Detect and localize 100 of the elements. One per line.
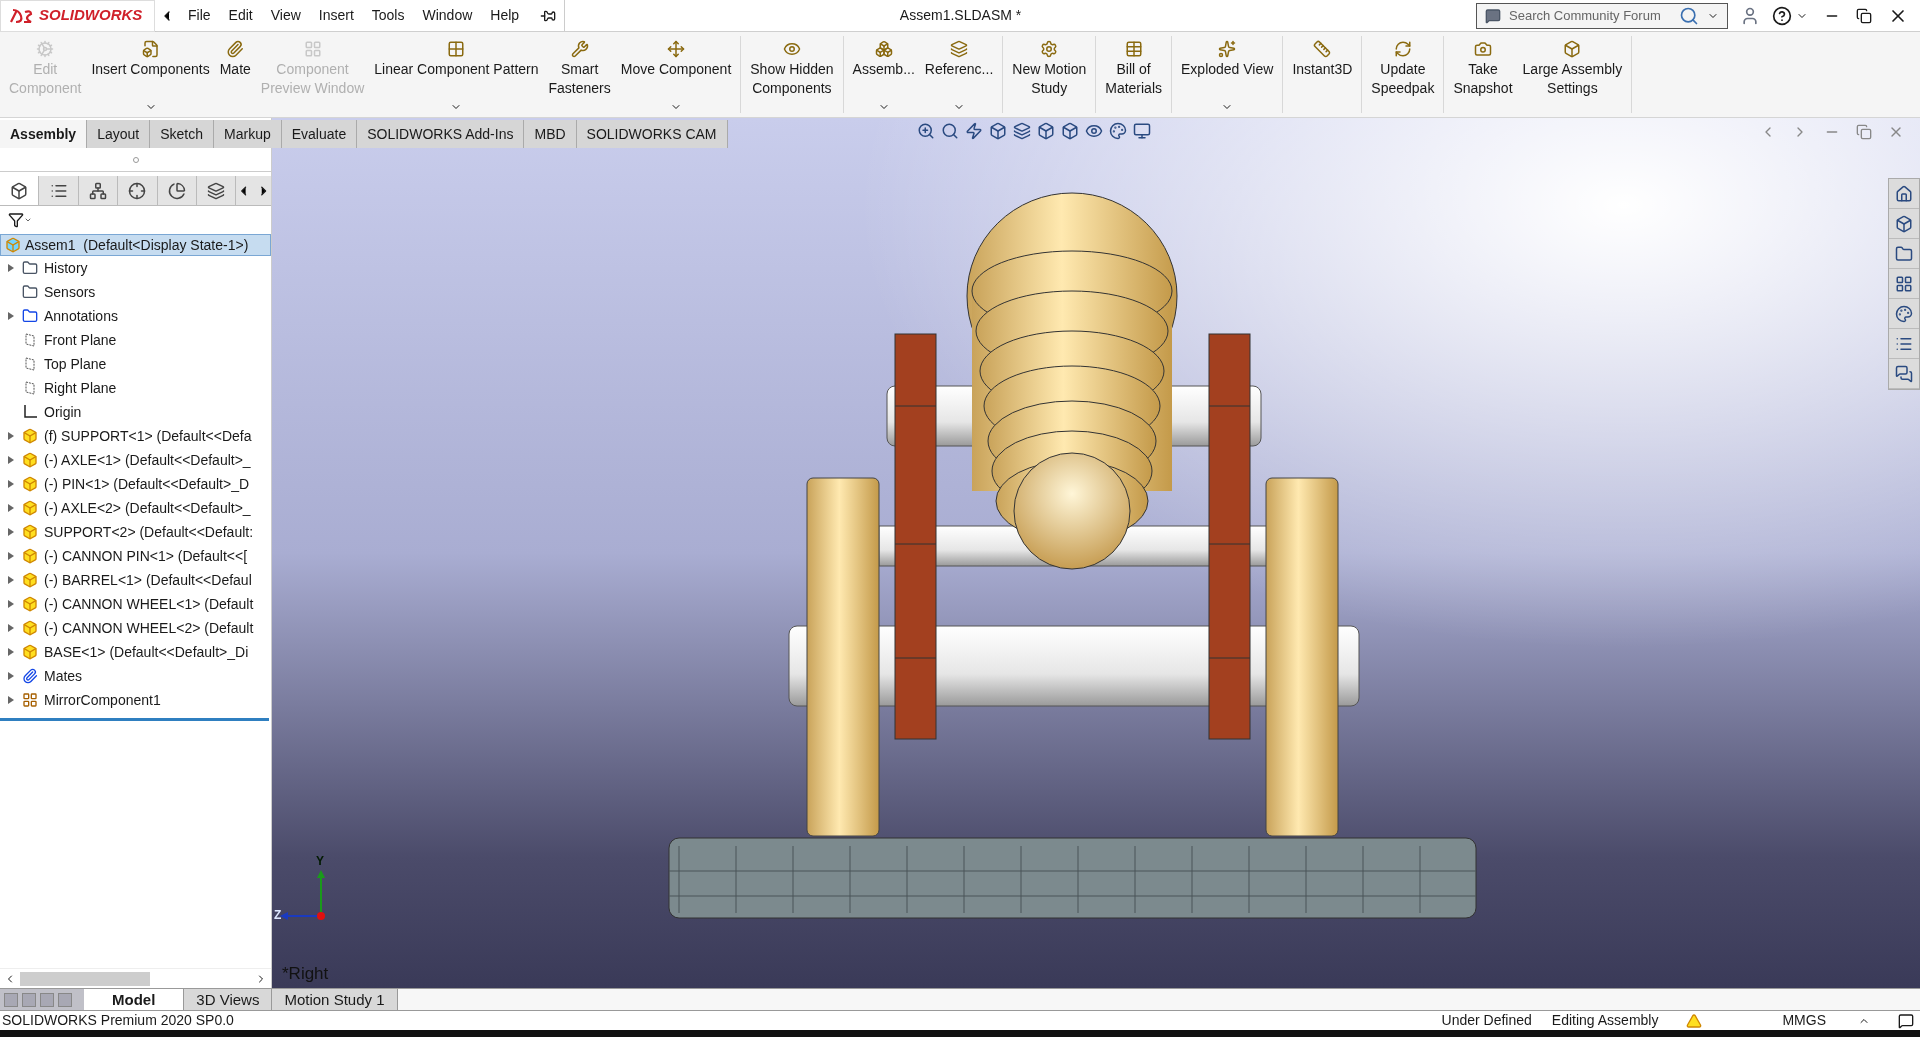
warning-icon[interactable]: [1686, 1012, 1703, 1029]
tool-icon: [141, 40, 160, 58]
tree-item[interactable]: Right Plane: [44, 377, 117, 399]
tree-item[interactable]: Sensors: [44, 281, 96, 303]
view-tool-icon[interactable]: [965, 122, 983, 140]
menu-item[interactable]: Insert: [309, 0, 363, 31]
status-text: Editing Assembly: [1551, 1011, 1659, 1030]
view-tool-icon[interactable]: [1109, 122, 1127, 140]
panel-tab[interactable]: [0, 176, 40, 205]
ribbon-button[interactable]: Show Hidden Components: [745, 36, 839, 113]
app-logo[interactable]: SOLIDWORKS: [0, 0, 155, 32]
expand-arrow-icon[interactable]: [8, 264, 14, 272]
tree-item[interactable]: Annotations: [44, 305, 118, 327]
folder-icon: [22, 308, 38, 324]
axis-label: Z: [274, 907, 282, 924]
expand-arrow-icon[interactable]: [8, 696, 14, 704]
ribbon-button[interactable]: Referenc...: [919, 36, 999, 113]
menu-item[interactable]: Tools: [362, 0, 414, 31]
view-name: *Right: [282, 962, 329, 985]
search-field[interactable]: Search Community Forum: [1476, 2, 1728, 29]
tool-icon: [1218, 40, 1237, 58]
expand-arrow-icon[interactable]: [8, 648, 14, 656]
units-text[interactable]: MMGS: [1782, 1010, 1826, 1031]
menu-item[interactable]: File: [179, 0, 220, 31]
scrollbar-thumb[interactable]: [20, 971, 150, 986]
command-tab[interactable]: Assembly: [0, 120, 88, 148]
tree-item[interactable]: Front Plane: [44, 329, 117, 351]
bottom-tab[interactable]: Motion Study 1: [272, 989, 398, 1010]
tree-root-item[interactable]: Assem1 (Default<Display State-1>): [0, 234, 271, 256]
tree-item[interactable]: History: [44, 257, 88, 279]
tree-item[interactable]: SUPPORT<2> (Default<<Default:: [44, 521, 254, 543]
expand-arrow-icon[interactable]: [8, 312, 14, 320]
part-icon: [22, 500, 38, 516]
ribbon-button[interactable]: Mate: [214, 36, 256, 113]
ribbon-button[interactable]: New Motion Study: [1007, 36, 1092, 113]
view-tool-icon[interactable]: [1061, 122, 1079, 140]
ribbon-button[interactable]: Exploded View: [1176, 36, 1279, 113]
menu-item[interactable]: Help: [481, 0, 529, 31]
tree-item[interactable]: (-) CANNON WHEEL<2> (Default: [44, 617, 254, 639]
ribbon-button[interactable]: Move Component: [615, 36, 737, 113]
restore-icon[interactable]: [1856, 7, 1872, 24]
task-pane-icon: [1895, 184, 1913, 203]
expand-arrow-icon[interactable]: [8, 456, 14, 464]
search-icon[interactable]: [1679, 5, 1699, 26]
menu-item[interactable]: Edit: [219, 0, 262, 31]
ribbon-button[interactable]: Linear Component Pattern: [369, 36, 544, 113]
tree-item[interactable]: MirrorComponent1: [44, 689, 161, 711]
menu-item[interactable]: Window: [413, 0, 482, 31]
tree-item[interactable]: Mates: [44, 665, 83, 687]
view-tool-icon[interactable]: [1085, 122, 1103, 140]
tree-item[interactable]: Top Plane: [44, 353, 107, 375]
ribbon-button[interactable]: Update Speedpak: [1366, 36, 1440, 113]
expand-arrow-icon[interactable]: [8, 624, 14, 632]
expand-arrow-icon[interactable]: [8, 432, 14, 440]
tree-item[interactable]: (-) AXLE<2> (Default<<Default>_: [44, 497, 251, 519]
bottom-tab[interactable]: Model: [84, 989, 185, 1010]
tree-item[interactable]: BASE<1> (Default<<Default>_Di: [44, 641, 249, 663]
filter-icon[interactable]: [8, 212, 24, 228]
expand-arrow-icon[interactable]: [8, 528, 14, 536]
tree-item[interactable]: (f) SUPPORT<1> (Default<<Defa: [44, 425, 252, 447]
bottom-tab[interactable]: 3D Views: [184, 989, 273, 1010]
expand-arrow-icon[interactable]: [8, 672, 14, 680]
user-icon[interactable]: [1740, 5, 1760, 26]
expand-arrow-icon[interactable]: [8, 480, 14, 488]
ribbon-button[interactable]: Take Snapshot: [1448, 36, 1518, 113]
expand-arrow-icon[interactable]: [8, 504, 14, 512]
tree-item[interactable]: (-) CANNON PIN<1> (Default<<[: [44, 545, 248, 567]
view-tool-icon[interactable]: [941, 122, 959, 140]
expand-arrow-icon[interactable]: [8, 600, 14, 608]
view-tool-icon[interactable]: [1013, 122, 1031, 140]
tree-item[interactable]: Origin: [44, 401, 82, 423]
expand-arrow-icon[interactable]: [8, 552, 14, 560]
ribbon-button[interactable]: Bill of Materials: [1100, 36, 1167, 113]
expand-arrow-icon[interactable]: [8, 576, 14, 584]
chat-icon: [1485, 7, 1501, 24]
tool-icon: [667, 40, 685, 58]
message-icon[interactable]: [1898, 1012, 1914, 1029]
task-pane-icon: [1895, 244, 1913, 263]
part-icon: [22, 596, 38, 612]
view-tool-icon[interactable]: [917, 122, 935, 140]
ribbon-button[interactable]: Large Assembly Settings: [1517, 36, 1628, 113]
part-icon: [22, 548, 38, 564]
view-tool-icon[interactable]: [1037, 122, 1055, 140]
tree-item[interactable]: (-) PIN<1> (Default<<Default>_D: [44, 473, 250, 495]
search-input[interactable]: Search Community Forum: [1509, 5, 1671, 26]
axis-label: Y: [316, 853, 324, 870]
part-icon: [22, 476, 38, 492]
view-tool-icon[interactable]: [1133, 122, 1151, 140]
tree-item[interactable]: (-) BARREL<1> (Default<<Defaul: [44, 569, 252, 591]
tree-item[interactable]: (-) AXLE<1> (Default<<Default>_: [44, 449, 251, 471]
panel-tab-icon: [10, 181, 29, 200]
ribbon-button[interactable]: Smart Fasteners: [543, 36, 616, 113]
ribbon-button[interactable]: Instant3D: [1287, 36, 1358, 113]
menu-item[interactable]: View: [261, 0, 310, 31]
caret-icon[interactable]: [24, 216, 32, 224]
help-icon[interactable]: [1772, 5, 1792, 26]
view-tool-icon[interactable]: [989, 122, 1007, 140]
tree-item[interactable]: (-) CANNON WHEEL<1> (Default: [44, 593, 254, 615]
ribbon-button[interactable]: Assemb...: [847, 36, 920, 113]
ribbon-button[interactable]: Insert Components: [86, 36, 215, 113]
